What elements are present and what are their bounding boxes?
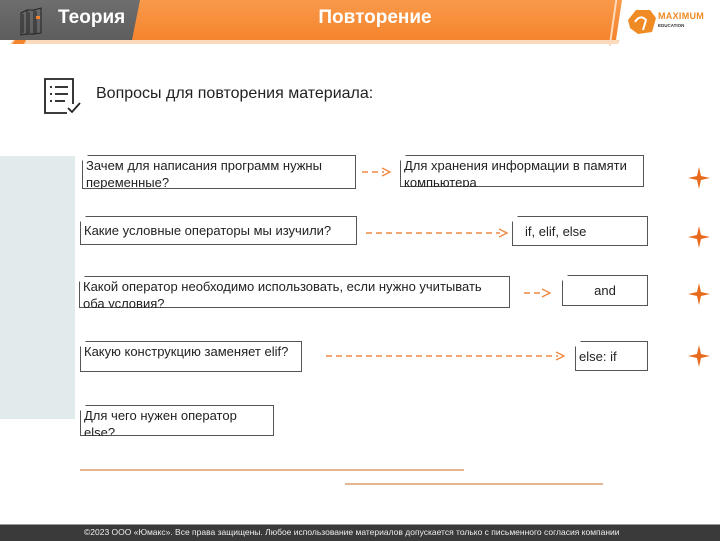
star-icon	[688, 345, 710, 367]
copyright-text: ©2023 ООО «Юмакс». Все права защищены. Л…	[84, 527, 620, 537]
section-title: Вопросы для повторения материала:	[96, 85, 374, 102]
answer-box: if, elif, else	[512, 216, 648, 246]
question-box: Для чего нужен оператор else?	[80, 405, 274, 436]
star-icon	[688, 167, 710, 189]
question-text: Какой оператор необходимо использовать, …	[83, 279, 482, 311]
question-box: Какой оператор необходимо использовать, …	[79, 276, 510, 308]
left-panel	[0, 156, 75, 419]
answer-text: if, elif, else	[525, 223, 587, 239]
question-box: Зачем для написания программ нужны перем…	[82, 155, 356, 189]
question-box: Какие условные операторы мы изучили?	[80, 216, 357, 245]
question-text: Какие условные операторы мы изучили?	[84, 223, 332, 238]
checklist-icon	[44, 78, 81, 114]
dashed-arrow-icon	[326, 351, 566, 361]
star-icon	[688, 226, 710, 248]
answer-box: else: if	[575, 341, 648, 371]
logo-main-text: MAXIMUM	[658, 11, 705, 21]
decorative-line	[80, 469, 464, 471]
answer-text: and	[594, 283, 616, 298]
footer: ©2023 ООО «Юмакс». Все права защищены. Л…	[0, 524, 720, 541]
star-icon	[688, 283, 710, 305]
header-underline	[10, 40, 620, 44]
page-title: Повторение	[318, 7, 432, 28]
answer-text: Для хранения информации в памяти компьют…	[404, 158, 627, 190]
answer-text: else: if	[579, 348, 617, 364]
dashed-arrow-icon	[524, 288, 552, 298]
answer-box: Для хранения информации в памяти компьют…	[400, 155, 644, 187]
question-text: Для чего нужен оператор else?	[84, 408, 237, 440]
answer-box: and	[562, 275, 648, 306]
section-label: Теория	[58, 7, 126, 28]
question-text: Зачем для написания программ нужны перем…	[86, 158, 322, 190]
book-icon	[20, 7, 42, 36]
dashed-arrow-icon	[366, 228, 509, 238]
dashed-arrow-icon	[362, 167, 392, 177]
decorative-line	[345, 483, 603, 485]
logo-sub-text: EDUCATION	[658, 23, 685, 28]
